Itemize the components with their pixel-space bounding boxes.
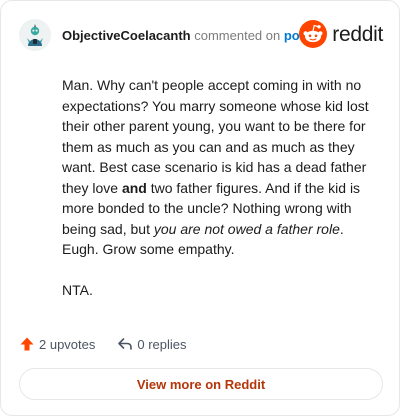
- comment-text: Man. Why can't people accept coming in w…: [62, 77, 369, 196]
- comment-paragraph: Man. Why can't people accept coming in w…: [62, 75, 382, 260]
- comment-body: Man. Why can't people accept coming in w…: [62, 75, 382, 320]
- commented-on-text: commented on: [194, 27, 281, 43]
- upvotes-count: 2 upvotes: [39, 336, 96, 352]
- username[interactable]: ObjectiveCoelacanth: [62, 28, 191, 43]
- view-more-on-reddit-button[interactable]: View more on Reddit: [19, 368, 383, 400]
- reddit-logo[interactable]: reddit: [299, 20, 383, 48]
- upvotes-stat[interactable]: 2 upvotes: [19, 336, 95, 352]
- reddit-snoo-icon: [299, 20, 328, 48]
- reddit-wordmark: reddit: [332, 22, 383, 46]
- comment-footer: 2 upvotes 0 replies: [19, 334, 187, 354]
- comment-header: ObjectiveCoelacanth commented on post re…: [19, 17, 383, 53]
- reply-icon: [118, 338, 133, 350]
- replies-count: 0 replies: [137, 336, 187, 352]
- comment-paragraph: NTA.: [62, 281, 93, 298]
- embedded-comment-card: ObjectiveCoelacanth commented on post re…: [0, 0, 400, 416]
- comment-bold-text: and: [121, 179, 147, 196]
- comment-italic-text: you are not owed a father role: [153, 220, 340, 237]
- avatar-icon: [19, 19, 51, 51]
- user-avatar[interactable]: [19, 19, 51, 51]
- comment-meta: ObjectiveCoelacanth commented on post: [62, 29, 311, 42]
- upvote-arrow-icon: [20, 337, 34, 351]
- replies-stat[interactable]: 0 replies: [117, 336, 187, 352]
